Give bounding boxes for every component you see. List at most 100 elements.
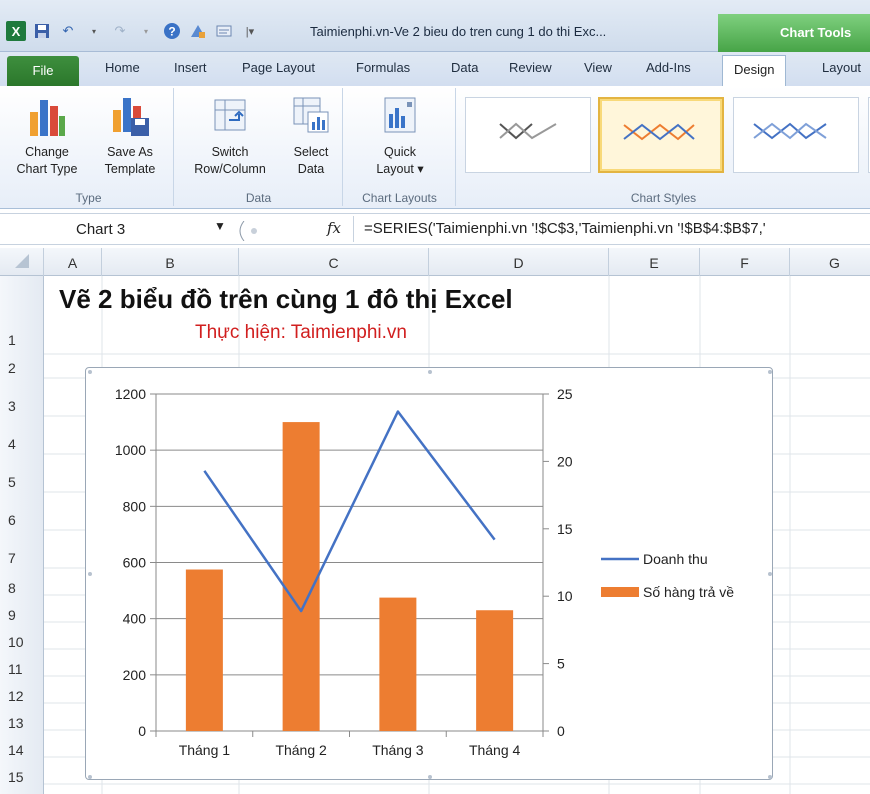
secondary-axis-tick-label: 20: [557, 453, 573, 469]
primary-axis-tick-label: 1000: [115, 442, 146, 458]
row-header-7[interactable]: 7: [0, 550, 44, 566]
chart-tools-context-tab: Chart Tools: [718, 14, 870, 52]
save-icon[interactable]: [32, 21, 52, 41]
formula-input[interactable]: =SERIES('Taimienphi.vn '!$C$3,'Taimienph…: [364, 220, 766, 237]
change-chart-type-label: Change Chart Type: [16, 145, 78, 176]
insert-function-icon[interactable]: fx: [327, 219, 341, 237]
name-box[interactable]: Chart 3: [6, 218, 238, 242]
secondary-axis-tick-label: 25: [557, 386, 573, 402]
row-header-9[interactable]: 9: [0, 607, 44, 623]
row-header-8[interactable]: 8: [0, 580, 44, 596]
change-chart-type-button[interactable]: Change Chart Type: [10, 92, 84, 178]
tab-page-layout[interactable]: Page Layout: [242, 60, 315, 75]
redo-icon[interactable]: ↷: [110, 21, 130, 41]
group-chart-styles: Chart Styles: [457, 88, 870, 206]
tab-review[interactable]: Review: [509, 60, 552, 75]
tab-file[interactable]: File: [7, 56, 79, 86]
select-data-icon: [293, 97, 329, 133]
tab-design[interactable]: Design: [722, 55, 787, 86]
column-header-b[interactable]: B: [102, 248, 239, 276]
tab-home[interactable]: Home: [105, 60, 140, 75]
ribbon: Change Chart Type Save As Template Type …: [0, 86, 870, 209]
combo-chart: 0 200 400 600 800 1000 1200 0 5 10 15 20 25 Tháng 1 Th…: [88, 370, 772, 779]
resize-handle: [88, 775, 92, 779]
column-header-f[interactable]: F: [700, 248, 790, 276]
quick-layout-button[interactable]: Quick Layout ▾: [360, 92, 440, 178]
form-icon[interactable]: [214, 21, 234, 41]
column-header-e[interactable]: E: [609, 248, 700, 276]
column-header-d[interactable]: D: [429, 248, 609, 276]
svg-text:?: ?: [168, 25, 175, 39]
chart-style-2-thumbnail[interactable]: [598, 97, 724, 173]
primary-axis-tick-label: 200: [123, 667, 147, 683]
column-header-a[interactable]: A: [44, 248, 102, 276]
help-icon[interactable]: ?: [162, 21, 182, 41]
primary-axis-tick-label: 600: [123, 555, 147, 571]
column-header-g[interactable]: G: [790, 248, 870, 276]
window-title: Taimienphi.vn-Ve 2 bieu do tren cung 1 d…: [310, 24, 607, 39]
row-header-11[interactable]: 11: [0, 661, 44, 677]
tab-insert[interactable]: Insert: [174, 60, 207, 75]
tab-layout[interactable]: Layout: [822, 60, 861, 75]
line-series: [203, 410, 496, 613]
quick-layout-label: Quick Layout ▾: [376, 145, 424, 176]
row-header-2[interactable]: 2: [0, 360, 44, 376]
row-header-12[interactable]: 12: [0, 688, 44, 704]
row-header-14[interactable]: 14: [0, 742, 44, 758]
category-label: Tháng 3: [372, 742, 424, 758]
paint-icon[interactable]: [188, 21, 208, 41]
primary-axis-tick-label: 1200: [115, 386, 146, 402]
customize-qat-icon[interactable]: |▾: [240, 21, 260, 41]
chart-object[interactable]: 0 200 400 600 800 1000 1200 0 5 10 15 20 25 Tháng 1 Th…: [85, 367, 773, 780]
sheet-title: Vẽ 2 biểu đồ trên cùng 1 đô thị Excel: [59, 284, 513, 314]
column-header-c[interactable]: C: [239, 248, 429, 276]
group-data: Switch Row/Column Select Data Data: [175, 88, 343, 206]
resize-handle: [768, 572, 772, 576]
row-header-6[interactable]: 6: [0, 512, 44, 528]
tab-view[interactable]: View: [584, 60, 612, 75]
undo-icon[interactable]: ↶: [58, 21, 78, 41]
switch-row-column-button[interactable]: Switch Row/Column: [181, 92, 279, 178]
row-header-3[interactable]: 3: [0, 398, 44, 414]
primary-axis-tick-label: 800: [123, 498, 147, 514]
resize-handle: [768, 775, 772, 779]
row-header-4[interactable]: 4: [0, 436, 44, 452]
resize-handle: [768, 370, 772, 374]
dropdown-icon[interactable]: ▾: [136, 21, 156, 41]
chart-style-3-thumbnail[interactable]: [733, 97, 859, 173]
dropdown-icon[interactable]: ▾: [84, 21, 104, 41]
tab-add-ins[interactable]: Add-Ins: [646, 60, 691, 75]
chart-template-icon: [113, 98, 149, 136]
row-header-5[interactable]: 5: [0, 474, 44, 490]
name-box-dropdown-icon[interactable]: ▼: [214, 219, 226, 233]
row-header-bar: 1 2 3 4 5 6 7 8 9 10 11 12 13 14 15: [0, 276, 44, 794]
secondary-axis-tick-label: 15: [557, 521, 573, 537]
resize-handle: [428, 775, 432, 779]
quick-access-toolbar: X ↶ ▾ ↷ ▾ ? |▾: [6, 20, 260, 42]
column-header-bar: A B C D E F G: [0, 248, 870, 276]
formula-divider: [353, 216, 354, 242]
chart-style-1-preview-icon: [499, 122, 557, 140]
tab-data[interactable]: Data: [451, 60, 478, 75]
group-chart-layouts-label: Chart Layouts: [362, 191, 437, 205]
select-all-corner[interactable]: [0, 248, 44, 276]
row-header-15[interactable]: 15: [0, 769, 44, 785]
resize-handle: [88, 370, 92, 374]
switch-row-column-label: Switch Row/Column: [194, 145, 266, 176]
bar: [185, 569, 223, 731]
primary-axis-tick-label: 400: [123, 611, 147, 627]
row-header-13[interactable]: 13: [0, 715, 44, 731]
save-as-template-button[interactable]: Save As Template: [90, 92, 170, 178]
row-header-1[interactable]: 1: [0, 332, 44, 348]
switch-row-column-icon: [214, 99, 246, 131]
row-header-10[interactable]: 10: [0, 634, 44, 650]
select-data-label: Select Data: [293, 145, 329, 176]
chart-style-1-thumbnail[interactable]: [465, 97, 591, 173]
title-bar: X ↶ ▾ ↷ ▾ ? |▾ Taimienphi.vn-Ve 2 bieu d…: [0, 0, 870, 52]
select-data-button[interactable]: Select Data: [283, 92, 339, 178]
excel-logo-icon[interactable]: X: [6, 21, 26, 41]
save-as-template-label: Save As Template: [104, 145, 156, 176]
legend-label: Số hàng trả về: [643, 584, 734, 600]
tab-formulas[interactable]: Formulas: [356, 60, 410, 75]
bar: [476, 610, 514, 731]
